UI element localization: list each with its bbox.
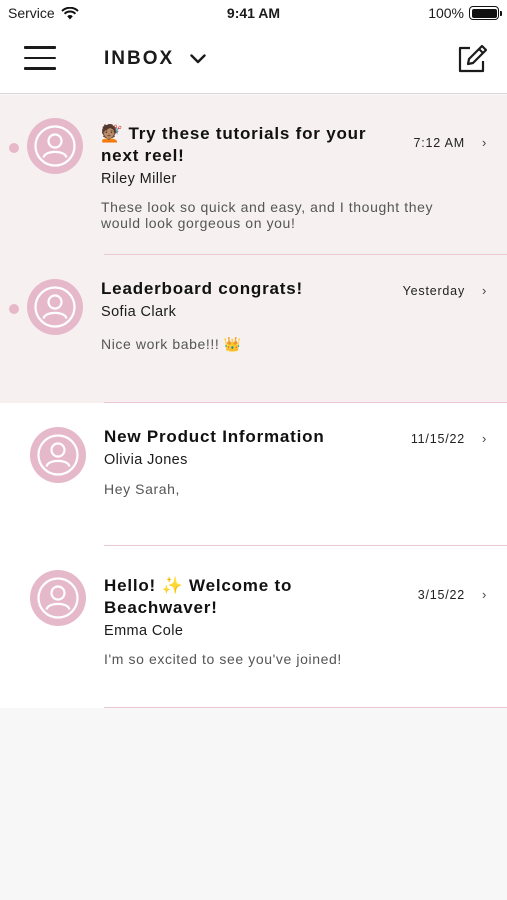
message-subject: Leaderboard congrats! [101,279,303,298]
chevron-right-icon: › [482,431,487,446]
inbox-dropdown[interactable]: INBOX [104,48,206,70]
message-subject: New Product Information [104,427,325,446]
menu-button[interactable] [24,46,56,72]
page-title: INBOX [104,48,175,69]
message-preview: Hey Sarah, [104,481,181,497]
status-bar: Service 9:41 AM 100% [0,0,507,26]
message-sender: Emma Cole [104,623,184,639]
message-item[interactable]: Leaderboard congrats! Sofia Clark Nice w… [0,255,507,403]
message-subject: 💇🏽 Try these tutorials for your next ree… [101,124,367,165]
user-icon [37,434,79,476]
message-time: 11/15/22 [410,432,465,446]
hamburger-line [24,67,56,70]
user-icon [34,286,76,328]
message-time: 7:12 AM [413,136,465,150]
divider [104,706,507,708]
message-sender: Olivia Jones [104,452,188,468]
user-icon [37,577,79,619]
message-preview: I'm so excited to see you've joined! [104,651,342,667]
message-subject: Hello! ✨ Welcome to Beachwaver! [104,576,293,617]
avatar [30,570,86,626]
message-list: 💇🏽 Try these tutorials for your next ree… [0,95,507,708]
message-time: 3/15/22 [417,588,465,602]
battery-icon [469,6,502,20]
message-item[interactable]: 💇🏽 Try these tutorials for your next ree… [0,95,507,255]
battery-percent: 100% [428,5,464,21]
compose-icon[interactable] [456,43,488,75]
status-right: 100% [428,5,502,21]
message-preview: Nice work babe!!! 👑 [101,336,242,352]
chevron-right-icon: › [482,135,487,150]
avatar [27,118,83,174]
avatar [27,279,83,335]
chevron-down-icon [190,54,206,64]
unread-indicator [9,143,19,153]
message-preview: These look so quick and easy, and I thou… [101,199,434,231]
chevron-right-icon: › [482,283,487,298]
nav-bar: INBOX [0,26,507,94]
user-icon [34,125,76,167]
message-time: Yesterday [402,284,465,298]
hamburger-line [24,56,56,59]
message-sender: Sofia Clark [101,304,177,320]
chevron-right-icon: › [482,587,487,602]
message-sender: Riley Miller [101,171,177,187]
avatar [30,427,86,483]
unread-indicator [9,304,19,314]
message-item[interactable]: New Product Information Olivia Jones Hey… [0,403,507,546]
message-item[interactable]: Hello! ✨ Welcome to Beachwaver! Emma Col… [0,546,507,708]
hamburger-icon [24,46,56,49]
